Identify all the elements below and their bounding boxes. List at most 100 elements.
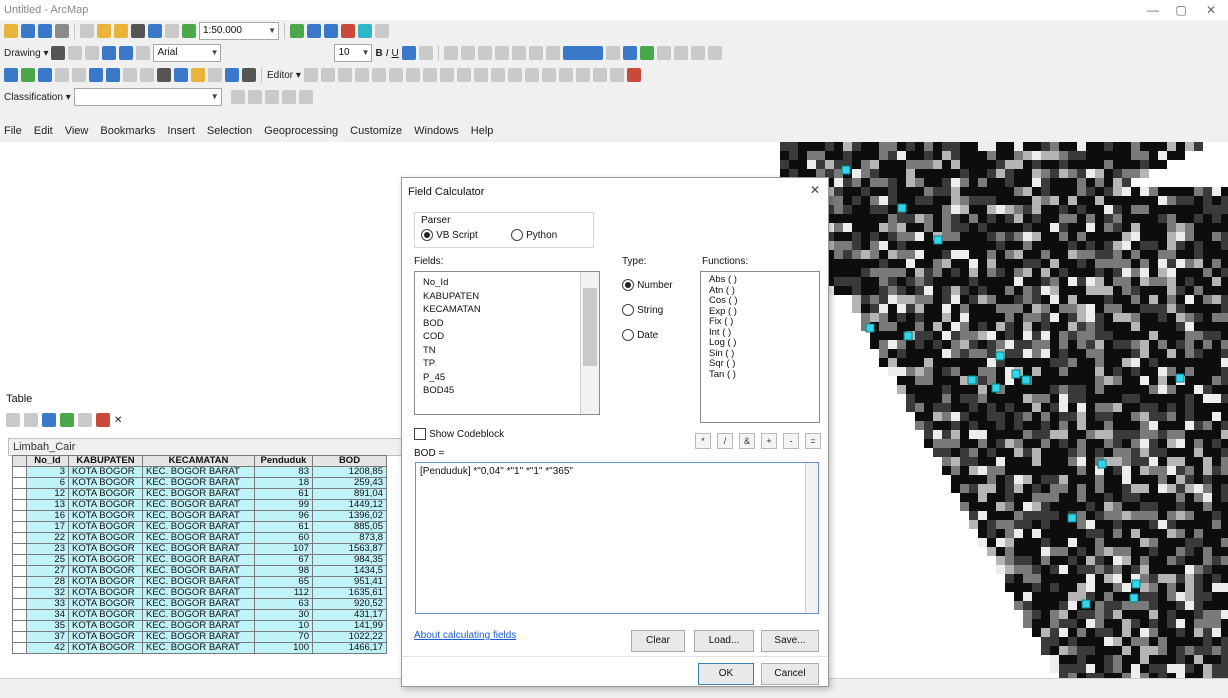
table-row[interactable]: 13 KOTA BOGOR KEC. BOGOR BARAT 99 1449,12 xyxy=(12,499,387,511)
edit-annotation-icon[interactable] xyxy=(320,68,335,82)
menu-windows[interactable]: Windows xyxy=(414,125,459,137)
swatch-dropdown-icon[interactable] xyxy=(605,46,620,60)
paste-icon[interactable] xyxy=(114,24,128,38)
divide-button[interactable]: / xyxy=(717,433,733,449)
table-cell[interactable]: KEC. BOGOR BARAT xyxy=(142,532,255,544)
field-list-item[interactable]: TN xyxy=(419,344,599,358)
function-list-item[interactable]: Sqr ( ) xyxy=(705,358,819,370)
expression-box[interactable]: [Penduduk] *"0,04" *"1" *"1" *"365" xyxy=(415,462,819,614)
table-cell[interactable]: 920,52 xyxy=(312,598,387,610)
clear-button[interactable]: Clear xyxy=(631,630,685,652)
table-cell[interactable]: KOTA BOGOR xyxy=(68,521,143,533)
table-cell[interactable]: 6 xyxy=(26,477,69,489)
table-cell[interactable]: 98 xyxy=(254,565,313,577)
table-cell[interactable]: KOTA BOGOR xyxy=(68,620,143,632)
ampersand-button[interactable]: & xyxy=(739,433,755,449)
table-cell[interactable]: 873,8 xyxy=(312,532,387,544)
table-row[interactable]: 33 KOTA BOGOR KEC. BOGOR BARAT 63 920,52 xyxy=(12,598,387,610)
load-button[interactable]: Load... xyxy=(694,630,754,652)
catalog-icon[interactable] xyxy=(324,24,338,38)
table-cell[interactable]: KOTA BOGOR xyxy=(68,609,143,621)
table-cell[interactable]: 65 xyxy=(254,576,313,588)
georef-icon-1[interactable] xyxy=(443,46,458,60)
table-cell[interactable]: 107 xyxy=(254,543,313,555)
clear-selection-table-icon[interactable] xyxy=(78,413,92,427)
training-sample-icon[interactable] xyxy=(230,90,245,104)
table-cell[interactable]: 12 xyxy=(26,488,69,500)
field-list-item[interactable]: TP xyxy=(419,357,599,371)
table-cell[interactable]: KOTA BOGOR xyxy=(68,532,143,544)
table-cell[interactable]: 431,17 xyxy=(312,609,387,621)
point-icon[interactable] xyxy=(388,68,403,82)
save-icon[interactable] xyxy=(38,24,52,38)
sample-point-marker[interactable] xyxy=(865,323,875,333)
sample-point-marker[interactable] xyxy=(991,383,1001,393)
html-popup-icon[interactable] xyxy=(208,68,222,82)
table-cell[interactable]: 984,35 xyxy=(312,554,387,566)
field-list-item[interactable]: No_Id xyxy=(419,276,599,290)
menu-help[interactable]: Help xyxy=(471,125,494,137)
show-codeblock-checkbox[interactable]: Show Codeblock xyxy=(414,428,504,441)
menu-bookmarks[interactable]: Bookmarks xyxy=(100,125,155,137)
type-date-radio[interactable]: Date xyxy=(622,329,658,342)
layout-icon-6[interactable] xyxy=(707,46,722,60)
table-cell[interactable]: 891,04 xyxy=(312,488,387,500)
menu-file[interactable]: File xyxy=(4,125,22,137)
close-dialog-icon[interactable]: ✕ xyxy=(810,183,820,197)
function-list-item[interactable]: Log ( ) xyxy=(705,337,819,349)
fields-scroll-thumb[interactable] xyxy=(583,288,597,366)
select-features-icon[interactable] xyxy=(123,68,137,82)
table-row[interactable]: 16 KOTA BOGOR KEC. BOGOR BARAT 96 1396,02 xyxy=(12,510,387,522)
table-cell[interactable]: KEC. BOGOR BARAT xyxy=(142,609,255,621)
table-cell[interactable]: 32 xyxy=(26,587,69,599)
plus-button[interactable]: + xyxy=(761,433,777,449)
table-cell[interactable]: KOTA BOGOR xyxy=(68,488,143,500)
forward-icon[interactable] xyxy=(106,68,120,82)
table-cell[interactable]: 10 xyxy=(254,620,313,632)
full-extent-icon[interactable] xyxy=(38,68,52,82)
column-header-bod[interactable]: BOD xyxy=(312,455,387,467)
layout-icon-2[interactable] xyxy=(639,46,654,60)
georef-icon-2[interactable] xyxy=(460,46,475,60)
table-cell[interactable]: 67 xyxy=(254,554,313,566)
callout-icon[interactable] xyxy=(136,46,151,60)
color-swatch-icon[interactable] xyxy=(562,46,603,60)
field-list-item[interactable]: KABUPATEN xyxy=(419,290,599,304)
create-features-icon[interactable] xyxy=(524,68,539,82)
table-cell[interactable]: 141,99 xyxy=(312,620,387,632)
end-point-arc-icon[interactable] xyxy=(354,68,369,82)
rotate-icon[interactable] xyxy=(68,46,83,60)
cut-polygons-icon[interactable] xyxy=(439,68,454,82)
table-cell[interactable]: KEC. BOGOR BARAT xyxy=(142,477,255,489)
menu-view[interactable]: View xyxy=(65,125,89,137)
table-cell[interactable]: KOTA BOGOR xyxy=(68,576,143,588)
table-cell[interactable]: 1434,5 xyxy=(312,565,387,577)
table-row[interactable]: 42 KOTA BOGOR KEC. BOGOR BARAT 100 1466,17 xyxy=(12,642,387,654)
back-icon[interactable] xyxy=(89,68,103,82)
editor-toolbar-icon[interactable] xyxy=(290,24,304,38)
type-number-radio[interactable]: Number xyxy=(622,279,673,292)
layout-icon-3[interactable] xyxy=(656,46,671,60)
functions-list[interactable]: Abs ( ) Atn ( ) Cos ( ) Exp ( ) Fix ( ) Int (… xyxy=(700,271,820,423)
hyperlink-icon[interactable] xyxy=(191,68,205,82)
trace-icon[interactable] xyxy=(371,68,386,82)
bold-button[interactable]: B xyxy=(375,48,382,59)
new-icon[interactable] xyxy=(4,24,18,38)
table-cell[interactable]: 13 xyxy=(26,499,69,511)
table-cell[interactable]: KEC. BOGOR BARAT xyxy=(142,587,255,599)
table-row[interactable]: 17 KOTA BOGOR KEC. BOGOR BARAT 61 885,05 xyxy=(12,521,387,533)
open-icon[interactable] xyxy=(21,24,35,38)
table-cell[interactable]: 99 xyxy=(254,499,313,511)
save-button[interactable]: Save... xyxy=(761,630,819,652)
georef-icon-6[interactable] xyxy=(528,46,543,60)
copy-icon[interactable] xyxy=(97,24,111,38)
table-cell[interactable]: 34 xyxy=(26,609,69,621)
row-selector[interactable] xyxy=(12,554,27,566)
search-window-icon[interactable] xyxy=(341,24,355,38)
reshape-icon[interactable] xyxy=(422,68,437,82)
fixed-zoom-out-icon[interactable] xyxy=(72,68,86,82)
fields-list[interactable]: No_Id KABUPATEN KECAMATAN BOD COD TN TP P_45 BOD… xyxy=(414,271,600,415)
delete-icon[interactable] xyxy=(131,24,145,38)
row-selector[interactable] xyxy=(12,565,27,577)
table-cell[interactable]: 25 xyxy=(26,554,69,566)
